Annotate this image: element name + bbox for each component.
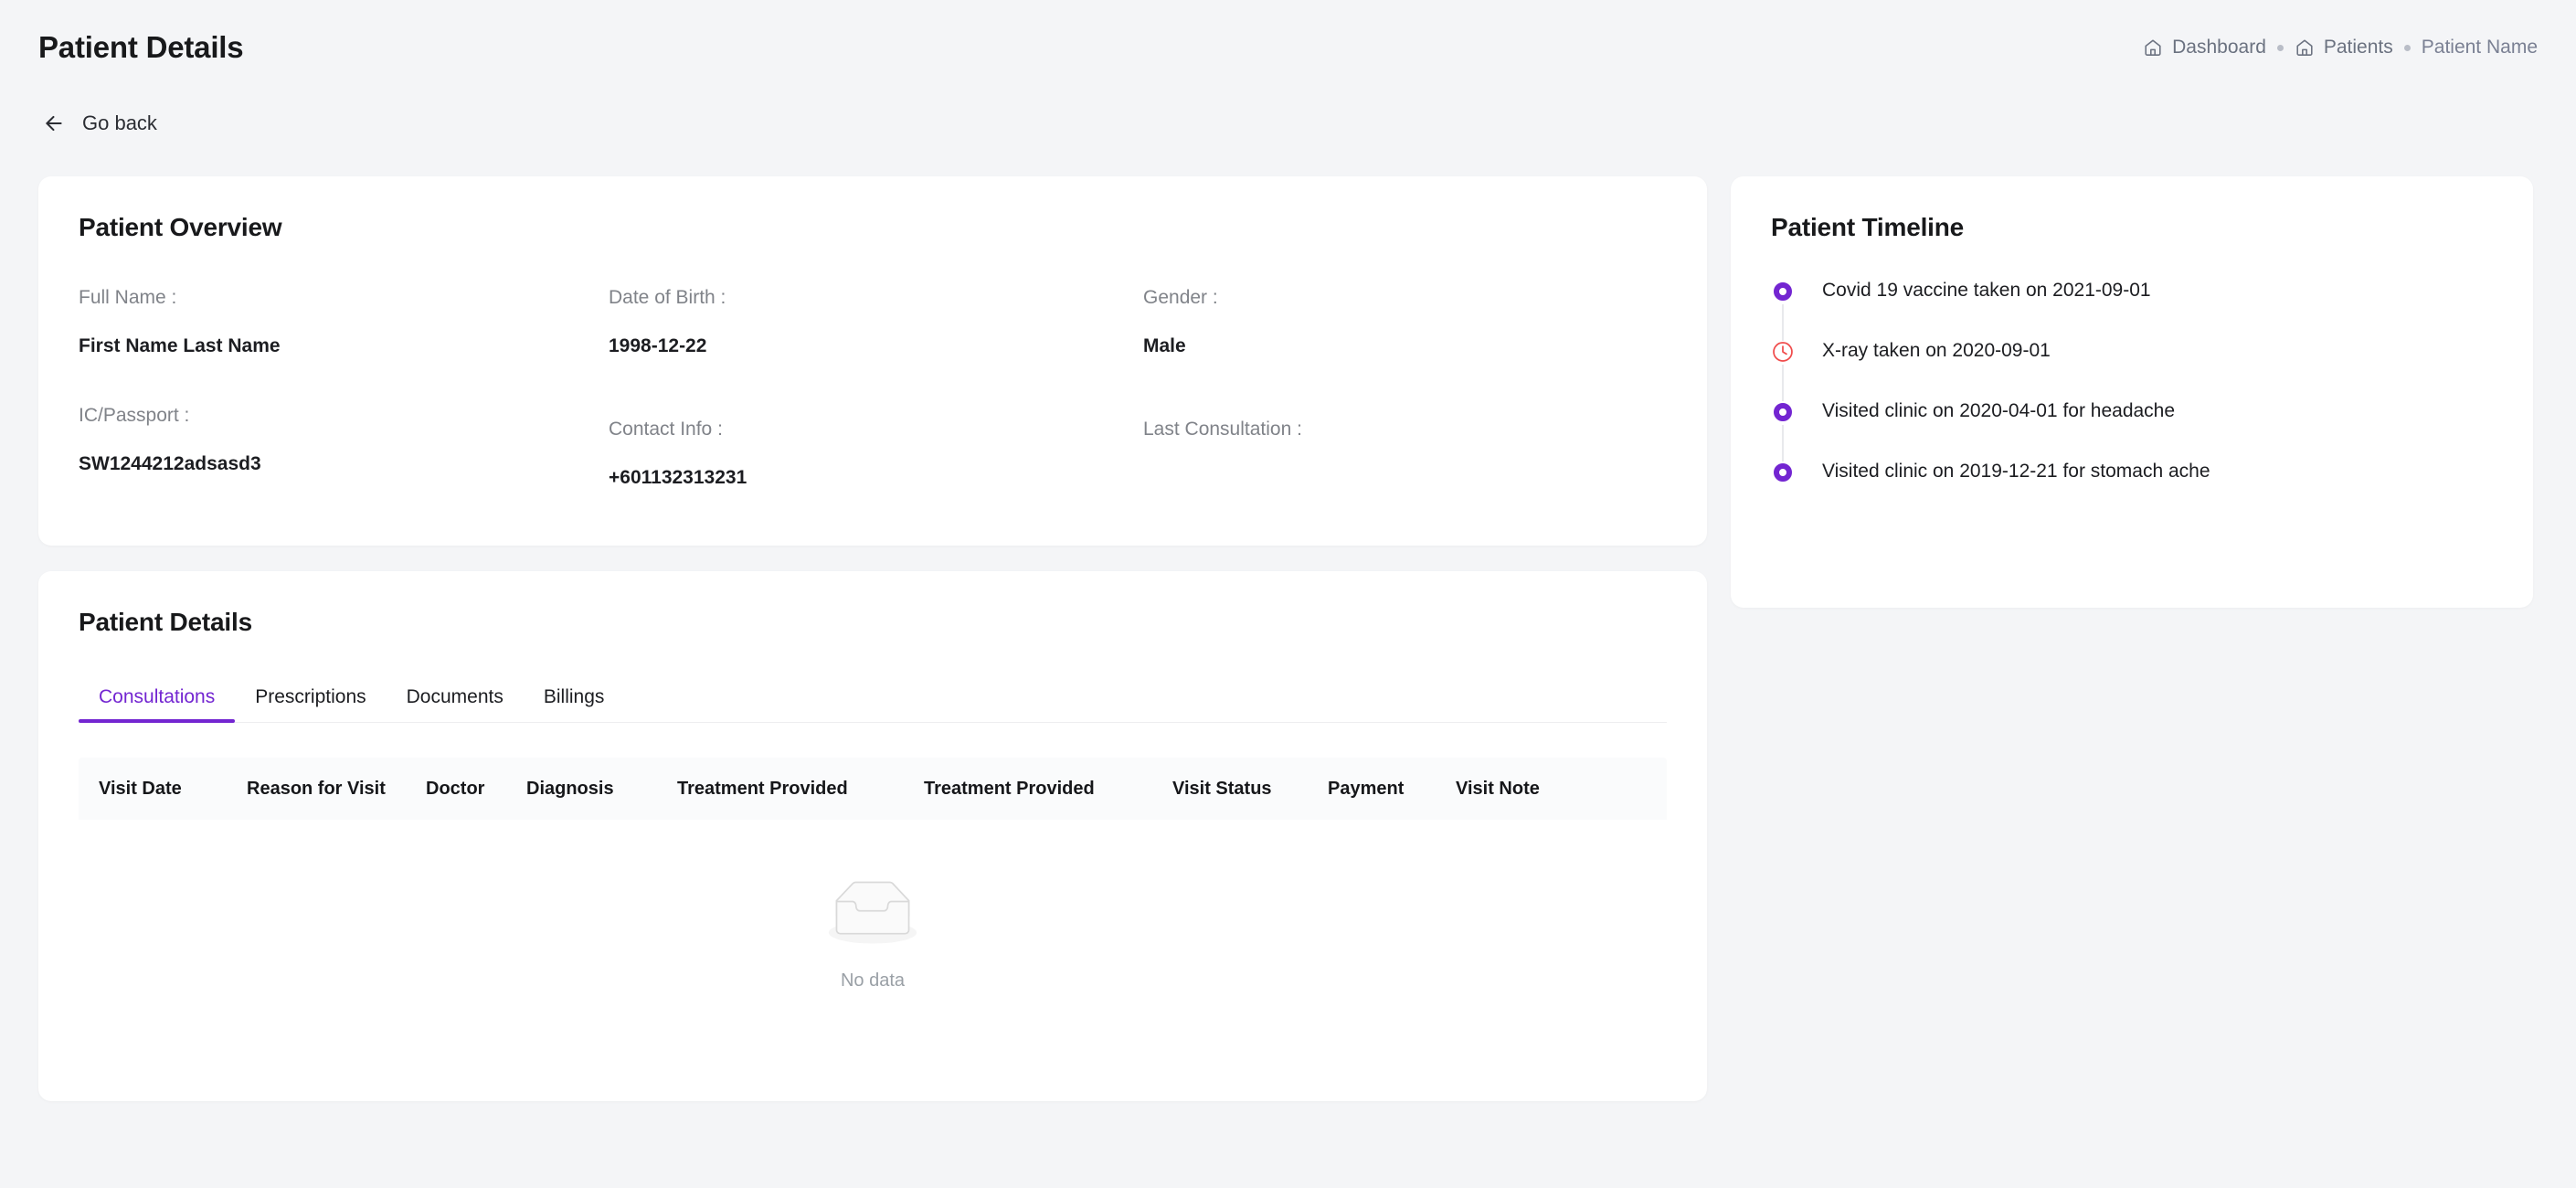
column-header-treatment-provided-1[interactable]: Treatment Provided [664,779,911,800]
timeline-item-text: X-ray taken on 2020-09-01 [1822,340,2051,361]
table-header-row: Visit Date Reason for Visit Doctor Diagn… [79,758,1667,820]
column-header-visit-date[interactable]: Visit Date [79,779,234,800]
field-value: +601132313231 [609,467,747,489]
home-icon [2295,37,2315,58]
table-empty-state: No data [79,820,1667,1048]
page-title: Patient Details [38,30,244,64]
column-header-diagnosis[interactable]: Diagnosis [514,779,664,800]
column-header-payment[interactable]: Payment [1315,779,1443,800]
timeline-connector [1782,304,1784,341]
breadcrumb-label: Patients [2323,37,2393,58]
field-label: Full Name : [79,287,177,308]
field-label: Gender : [1143,287,1218,308]
column-header-visit-status[interactable]: Visit Status [1160,779,1315,800]
arrow-left-icon [42,111,66,135]
field-value: 1998-12-22 [609,335,707,357]
field-date-of-birth: Date of Birth : 1998-12-22 [609,284,1143,360]
timeline-item-text: Covid 19 vaccine taken on 2021-09-01 [1822,280,2151,301]
breadcrumb-label: Patient Name [2421,37,2538,58]
patient-overview-grid-row2: IC/Passport : SW1244212adsasd3 Contact I… [79,360,1667,492]
field-value [1143,464,1667,488]
consultations-table: Visit Date Reason for Visit Doctor Diagn… [79,758,1667,1048]
field-gender: Gender : Male [1143,284,1667,360]
timeline-item: X-ray taken on 2020-09-01 [1771,339,2493,401]
tab-label: Billings [543,686,605,707]
tab-label: Prescriptions [255,686,366,707]
top-bar: Patient Details Dashboard Patients Patie… [0,0,2576,95]
column-header-treatment-provided-2[interactable]: Treatment Provided [911,779,1160,800]
breadcrumb-label: Dashboard [2172,37,2266,58]
timeline-dot-icon [1771,400,1795,424]
timeline-dot-icon [1771,280,1795,303]
empty-inbox-icon [822,876,923,954]
home-icon [2143,37,2163,58]
column-header-reason-for-visit[interactable]: Reason for Visit [234,779,413,800]
tab-documents[interactable]: Documents [387,686,524,723]
breadcrumb-item-dashboard[interactable]: Dashboard [2143,37,2266,58]
tab-billings[interactable]: Billings [524,686,625,723]
timeline-item: Covid 19 vaccine taken on 2021-09-01 [1771,279,2493,341]
timeline-item-text: Visited clinic on 2020-04-01 for headach… [1822,400,2176,421]
patient-timeline-title: Patient Timeline [1771,213,1965,241]
patient-details-card: Patient Details Consultations Prescripti… [38,571,1707,1101]
field-label: Contact Info : [609,418,723,440]
field-label: Last Consultation : [1143,418,1302,440]
field-value: First Name Last Name [79,335,281,357]
field-ic-passport: IC/Passport : SW1244212adsasd3 [79,402,609,492]
patient-overview-grid: Full Name : First Name Last Name Date of… [79,284,1667,360]
timeline-connector [1782,425,1784,461]
go-back-button[interactable]: Go back [42,111,157,135]
tab-consultations[interactable]: Consultations [79,686,236,723]
go-back-label: Go back [82,111,157,134]
tab-label: Documents [406,686,504,707]
timeline-list: Covid 19 vaccine taken on 2021-09-01 X-r… [1771,279,2493,491]
breadcrumb-separator-icon [2276,44,2284,51]
field-value: SW1244212adsasd3 [79,453,261,475]
column-header-doctor[interactable]: Doctor [413,779,514,800]
breadcrumb: Dashboard Patients Patient Name [2143,37,2538,58]
patient-overview-title: Patient Overview [79,213,282,241]
empty-state-label: No data [840,971,906,991]
field-contact-info: Contact Info : +601132313231 [609,416,1143,492]
breadcrumb-item-patient-name: Patient Name [2422,37,2538,58]
patient-details-tabs: Consultations Prescriptions Documents Bi… [79,670,1667,723]
field-label: Date of Birth : [609,287,726,308]
breadcrumb-separator-icon [2403,44,2411,51]
timeline-item-text: Visited clinic on 2019-12-21 for stomach… [1822,461,2210,482]
breadcrumb-item-patients[interactable]: Patients [2295,37,2393,58]
column-header-visit-note[interactable]: Visit Note [1443,779,1571,800]
tab-label: Consultations [99,686,216,707]
tab-prescriptions[interactable]: Prescriptions [235,686,386,723]
field-last-consultation: Last Consultation : [1143,416,1667,492]
timeline-item: Visited clinic on 2020-04-01 for headach… [1771,399,2493,461]
field-label: IC/Passport : [79,404,190,426]
clock-icon [1771,340,1795,364]
timeline-item: Visited clinic on 2019-12-21 for stomach… [1771,460,2493,491]
patient-details-title: Patient Details [79,608,252,636]
timeline-connector [1782,365,1784,401]
field-full-name: Full Name : First Name Last Name [79,284,609,360]
field-value: Male [1143,335,1186,357]
patient-details-page: Patient Details Dashboard Patients Patie… [0,0,2576,1188]
patient-overview-card: Patient Overview Full Name : First Name … [38,176,1707,546]
patient-timeline-card: Patient Timeline Covid 19 vaccine taken … [1731,176,2533,608]
timeline-dot-icon [1771,461,1795,484]
